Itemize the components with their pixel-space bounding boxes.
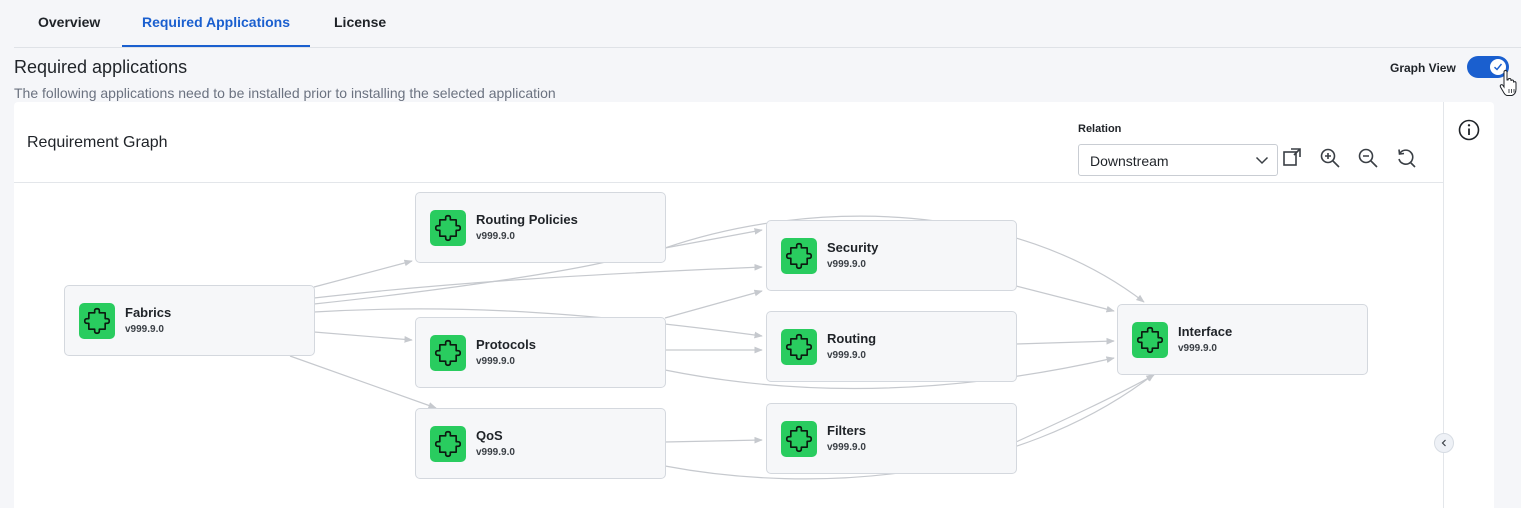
node-routing[interactable]: Routing v999.9.0 <box>766 311 1017 382</box>
section-title: Required applications <box>14 57 188 77</box>
section-subtitle: The following applications need to be in… <box>14 85 556 101</box>
puzzle-icon <box>785 333 813 361</box>
node-name: Interface <box>1178 324 1233 339</box>
puzzle-icon <box>1136 326 1164 354</box>
puzzle-icon <box>785 242 813 270</box>
node-icon <box>1132 322 1168 358</box>
node-name: Filters <box>827 423 867 438</box>
node-name: Security <box>827 240 879 255</box>
hand-cursor-icon <box>1499 70 1517 96</box>
tab-required-applications[interactable]: Required Applications <box>122 0 310 47</box>
node-qos[interactable]: QoS v999.9.0 <box>415 408 666 479</box>
tab-overview[interactable]: Overview <box>38 0 100 47</box>
node-icon <box>430 210 466 246</box>
node-version: v999.9.0 <box>476 356 515 367</box>
node-version: v999.9.0 <box>476 447 515 458</box>
node-protocols[interactable]: Protocols v999.9.0 <box>415 317 666 388</box>
puzzle-icon <box>434 430 462 458</box>
node-version: v999.9.0 <box>827 442 866 453</box>
node-fabrics[interactable]: Fabrics v999.9.0 <box>64 285 315 356</box>
node-version: v999.9.0 <box>1178 343 1217 354</box>
node-security[interactable]: Security v999.9.0 <box>766 220 1017 291</box>
node-routing-policies[interactable]: Routing Policies v999.9.0 <box>415 192 666 263</box>
node-name: Fabrics <box>125 305 172 320</box>
graph-view-label: Graph View <box>1390 61 1456 75</box>
node-icon <box>430 335 466 371</box>
puzzle-icon <box>83 307 111 335</box>
node-version: v999.9.0 <box>125 324 164 335</box>
node-version: v999.9.0 <box>827 259 866 270</box>
node-filters[interactable]: Filters v999.9.0 <box>766 403 1017 474</box>
node-icon <box>781 421 817 457</box>
node-version: v999.9.0 <box>476 231 515 242</box>
node-name: Protocols <box>476 337 536 352</box>
puzzle-icon <box>434 214 462 242</box>
node-name: QoS <box>476 428 503 443</box>
node-icon <box>781 238 817 274</box>
info-icon[interactable] <box>1457 118 1481 142</box>
node-icon <box>430 426 466 462</box>
node-version: v999.9.0 <box>827 350 866 361</box>
tab-license[interactable]: License <box>334 0 386 47</box>
node-icon <box>79 303 115 339</box>
node-name: Routing <box>827 331 877 346</box>
puzzle-icon <box>434 339 462 367</box>
tab-bar: Overview Required Applications License <box>14 0 1521 48</box>
node-interface[interactable]: Interface v999.9.0 <box>1117 304 1368 375</box>
node-icon <box>781 329 817 365</box>
puzzle-icon <box>785 425 813 453</box>
requirement-graph-panel: Requirement Graph Relation Downstream Fa… <box>14 102 1494 508</box>
node-name: Routing Policies <box>476 212 578 227</box>
